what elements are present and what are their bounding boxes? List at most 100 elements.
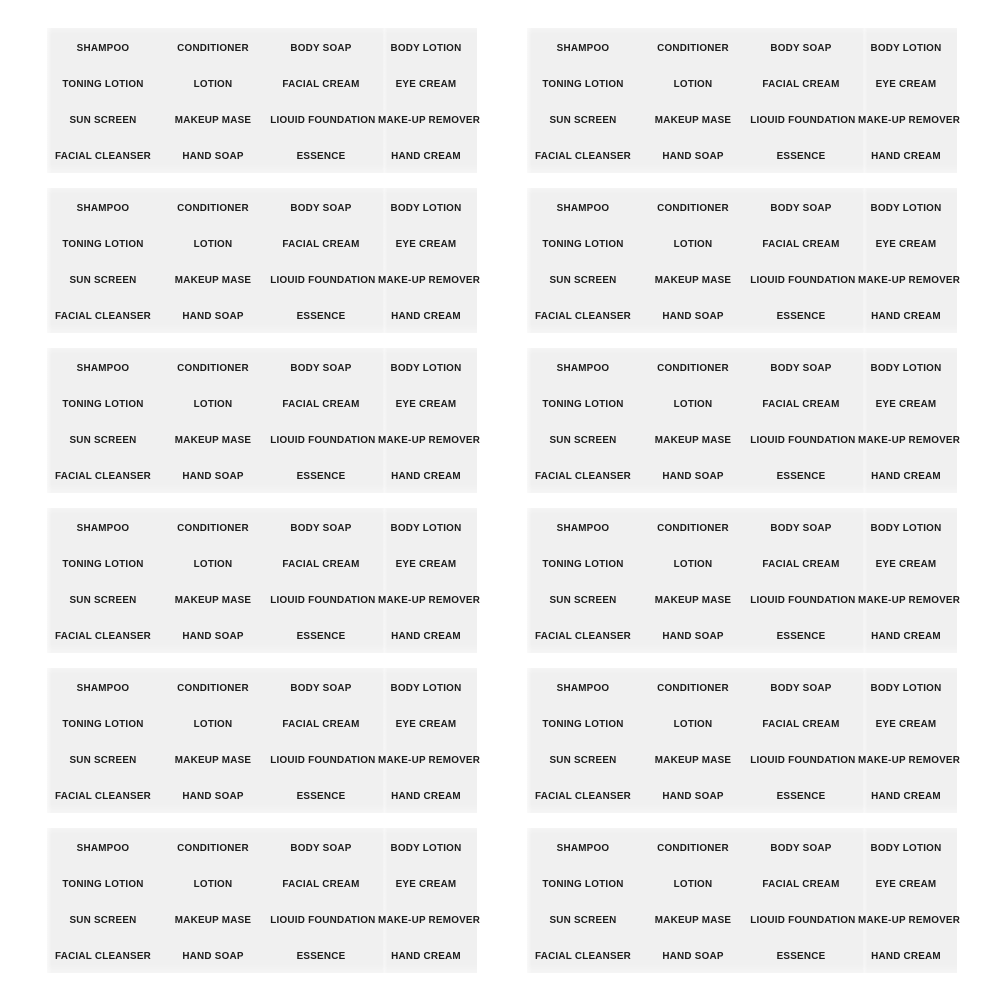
product-label: EYE CREAM xyxy=(395,398,457,410)
product-label: FACIAL CREAM xyxy=(762,238,840,250)
product-label: FACIAL CREAM xyxy=(282,718,360,730)
product-label: FACIAL CLEANSER xyxy=(54,630,152,642)
product-label: EYE CREAM xyxy=(875,558,937,570)
product-label: CONDITIONER xyxy=(657,842,729,854)
product-label: SHAMPOO xyxy=(556,682,610,694)
product-label: CONDITIONER xyxy=(177,682,249,694)
product-label: MAKE-UP REMOVER xyxy=(378,594,481,606)
label-row: SHAMPOO CONDITIONER BODY SOAP BODY LOTION xyxy=(527,510,957,546)
label-row: SHAMPOO CONDITIONER BODY SOAP BODY LOTION xyxy=(527,830,957,866)
product-label: MAKEUP MASE xyxy=(174,114,252,126)
label-row: TONING LOTION LOTION FACIAL CREAM EYE CREAM xyxy=(47,66,477,102)
label-row: FACIAL CLEANSER HAND SOAP ESSENCE HAND CREA… xyxy=(47,138,477,174)
product-label: HAND SOAP xyxy=(662,630,724,642)
product-label: FACIAL CLEANSER xyxy=(54,150,152,162)
product-label: TONING LOTION xyxy=(542,558,624,570)
label-row: SUN SCREEN MAKEUP MASE LIOUID FOUNDATION MA… xyxy=(527,742,959,778)
product-label: MAKE-UP REMOVER xyxy=(378,914,481,926)
product-label: TONING LOTION xyxy=(542,398,624,410)
product-label: LIOUID FOUNDATION xyxy=(750,434,856,446)
label-row: SHAMPOO CONDITIONER BODY SOAP BODY LOTION xyxy=(47,830,477,866)
product-label: BODY SOAP xyxy=(770,522,832,534)
product-label: SHAMPOO xyxy=(556,42,610,54)
product-label: CONDITIONER xyxy=(177,522,249,534)
product-label: MAKEUP MASE xyxy=(654,594,732,606)
product-label: ESSENCE xyxy=(776,790,826,802)
product-label: LOTION xyxy=(673,718,713,730)
product-label: MAKEUP MASE xyxy=(654,114,732,126)
product-label: BODY LOTION xyxy=(390,202,462,214)
label-row: SHAMPOO CONDITIONER BODY SOAP BODY LOTION xyxy=(527,350,957,386)
product-label: HAND CREAM xyxy=(391,150,461,162)
label-row: FACIAL CLEANSER HAND SOAP ESSENCE HAND CREA… xyxy=(527,618,957,654)
label-sheet: SHAMPOO CONDITIONER BODY SOAP BODY LOTION TO… xyxy=(527,188,961,333)
product-label: MAKE-UP REMOVER xyxy=(858,914,961,926)
product-label: EYE CREAM xyxy=(875,718,937,730)
product-label: HAND SOAP xyxy=(182,790,244,802)
product-label: SHAMPOO xyxy=(76,42,130,54)
product-label: SHAMPOO xyxy=(76,522,130,534)
product-label: BODY SOAP xyxy=(290,362,352,374)
product-label: EYE CREAM xyxy=(875,398,937,410)
product-label: BODY SOAP xyxy=(770,42,832,54)
product-label: HAND CREAM xyxy=(391,790,461,802)
label-sheet-rows: SHAMPOO CONDITIONER BODY SOAP BODY LOTION TO… xyxy=(527,508,960,654)
product-label: MAKEUP MASE xyxy=(654,434,732,446)
label-sheet-grid: SHAMPOO CONDITIONER BODY SOAP BODY LOTION TO… xyxy=(0,0,1002,1002)
product-label: FACIAL CREAM xyxy=(762,78,840,90)
product-label: HAND CREAM xyxy=(871,630,941,642)
product-label: BODY SOAP xyxy=(770,682,832,694)
product-label: EYE CREAM xyxy=(875,878,937,890)
label-sheet: SHAMPOO CONDITIONER BODY SOAP BODY LOTION TO… xyxy=(527,828,961,974)
product-label: BODY LOTION xyxy=(390,522,462,534)
product-label: MAKEUP MASE xyxy=(174,754,252,766)
label-row: TONING LOTION LOTION FACIAL CREAM EYE CREAM xyxy=(527,386,957,422)
product-label: MAKE-UP REMOVER xyxy=(858,274,961,286)
product-label: HAND CREAM xyxy=(391,310,461,322)
product-label: SHAMPOO xyxy=(76,842,130,854)
product-label: LOTION xyxy=(193,238,233,250)
product-label: FACIAL CLEANSER xyxy=(54,790,152,802)
product-label: TONING LOTION xyxy=(62,398,144,410)
product-label: LIOUID FOUNDATION xyxy=(270,114,376,126)
label-row: SHAMPOO CONDITIONER BODY SOAP BODY LOTION xyxy=(47,350,477,386)
label-row: TONING LOTION LOTION FACIAL CREAM EYE CREAM xyxy=(527,706,957,742)
product-label: ESSENCE xyxy=(296,950,346,962)
product-label: BODY LOTION xyxy=(870,522,942,534)
product-label: ESSENCE xyxy=(296,310,346,322)
product-label: FACIAL CREAM xyxy=(282,878,360,890)
product-label: BODY LOTION xyxy=(390,362,462,374)
product-label: HAND CREAM xyxy=(391,950,461,962)
label-row: SUN SCREEN MAKEUP MASE LIOUID FOUNDATION MA… xyxy=(527,422,959,458)
label-row: SUN SCREEN MAKEUP MASE LIOUID FOUNDATION MA… xyxy=(47,902,481,938)
product-label: HAND CREAM xyxy=(871,950,941,962)
label-row: TONING LOTION LOTION FACIAL CREAM EYE CREAM xyxy=(47,386,477,422)
label-row: FACIAL CLEANSER HAND SOAP ESSENCE HAND CREA… xyxy=(527,938,957,974)
product-label: CONDITIONER xyxy=(177,202,249,214)
product-label: SUN SCREEN xyxy=(549,754,617,766)
product-label: FACIAL CLEANSER xyxy=(534,950,632,962)
product-label: HAND CREAM xyxy=(391,470,461,482)
product-label: FACIAL CLEANSER xyxy=(534,150,632,162)
label-row: TONING LOTION LOTION FACIAL CREAM EYE CREAM xyxy=(47,226,477,262)
product-label: MAKEUP MASE xyxy=(174,914,252,926)
label-row: FACIAL CLEANSER HAND SOAP ESSENCE HAND CREA… xyxy=(47,778,477,814)
label-sheet-rows: SHAMPOO CONDITIONER BODY SOAP BODY LOTION TO… xyxy=(47,28,480,174)
label-row: SHAMPOO CONDITIONER BODY SOAP BODY LOTION xyxy=(527,30,957,66)
product-label: BODY LOTION xyxy=(390,42,462,54)
label-row: SHAMPOO CONDITIONER BODY SOAP BODY LOTION xyxy=(47,510,477,546)
product-label: MAKE-UP REMOVER xyxy=(378,274,481,286)
product-label: ESSENCE xyxy=(296,790,346,802)
product-label: LIOUID FOUNDATION xyxy=(270,434,376,446)
product-label: HAND SOAP xyxy=(182,630,244,642)
product-label: CONDITIONER xyxy=(657,362,729,374)
product-label: BODY LOTION xyxy=(870,202,942,214)
label-sheet: SHAMPOO CONDITIONER BODY SOAP BODY LOTION TO… xyxy=(47,348,480,493)
label-row: SHAMPOO CONDITIONER BODY SOAP BODY LOTION xyxy=(527,670,957,706)
product-label: MAKEUP MASE xyxy=(174,274,252,286)
product-label: HAND SOAP xyxy=(662,790,724,802)
product-label: FACIAL CLEANSER xyxy=(54,310,152,322)
product-label: HAND CREAM xyxy=(871,470,941,482)
product-label: SUN SCREEN xyxy=(69,274,137,286)
product-label: LIOUID FOUNDATION xyxy=(750,274,856,286)
